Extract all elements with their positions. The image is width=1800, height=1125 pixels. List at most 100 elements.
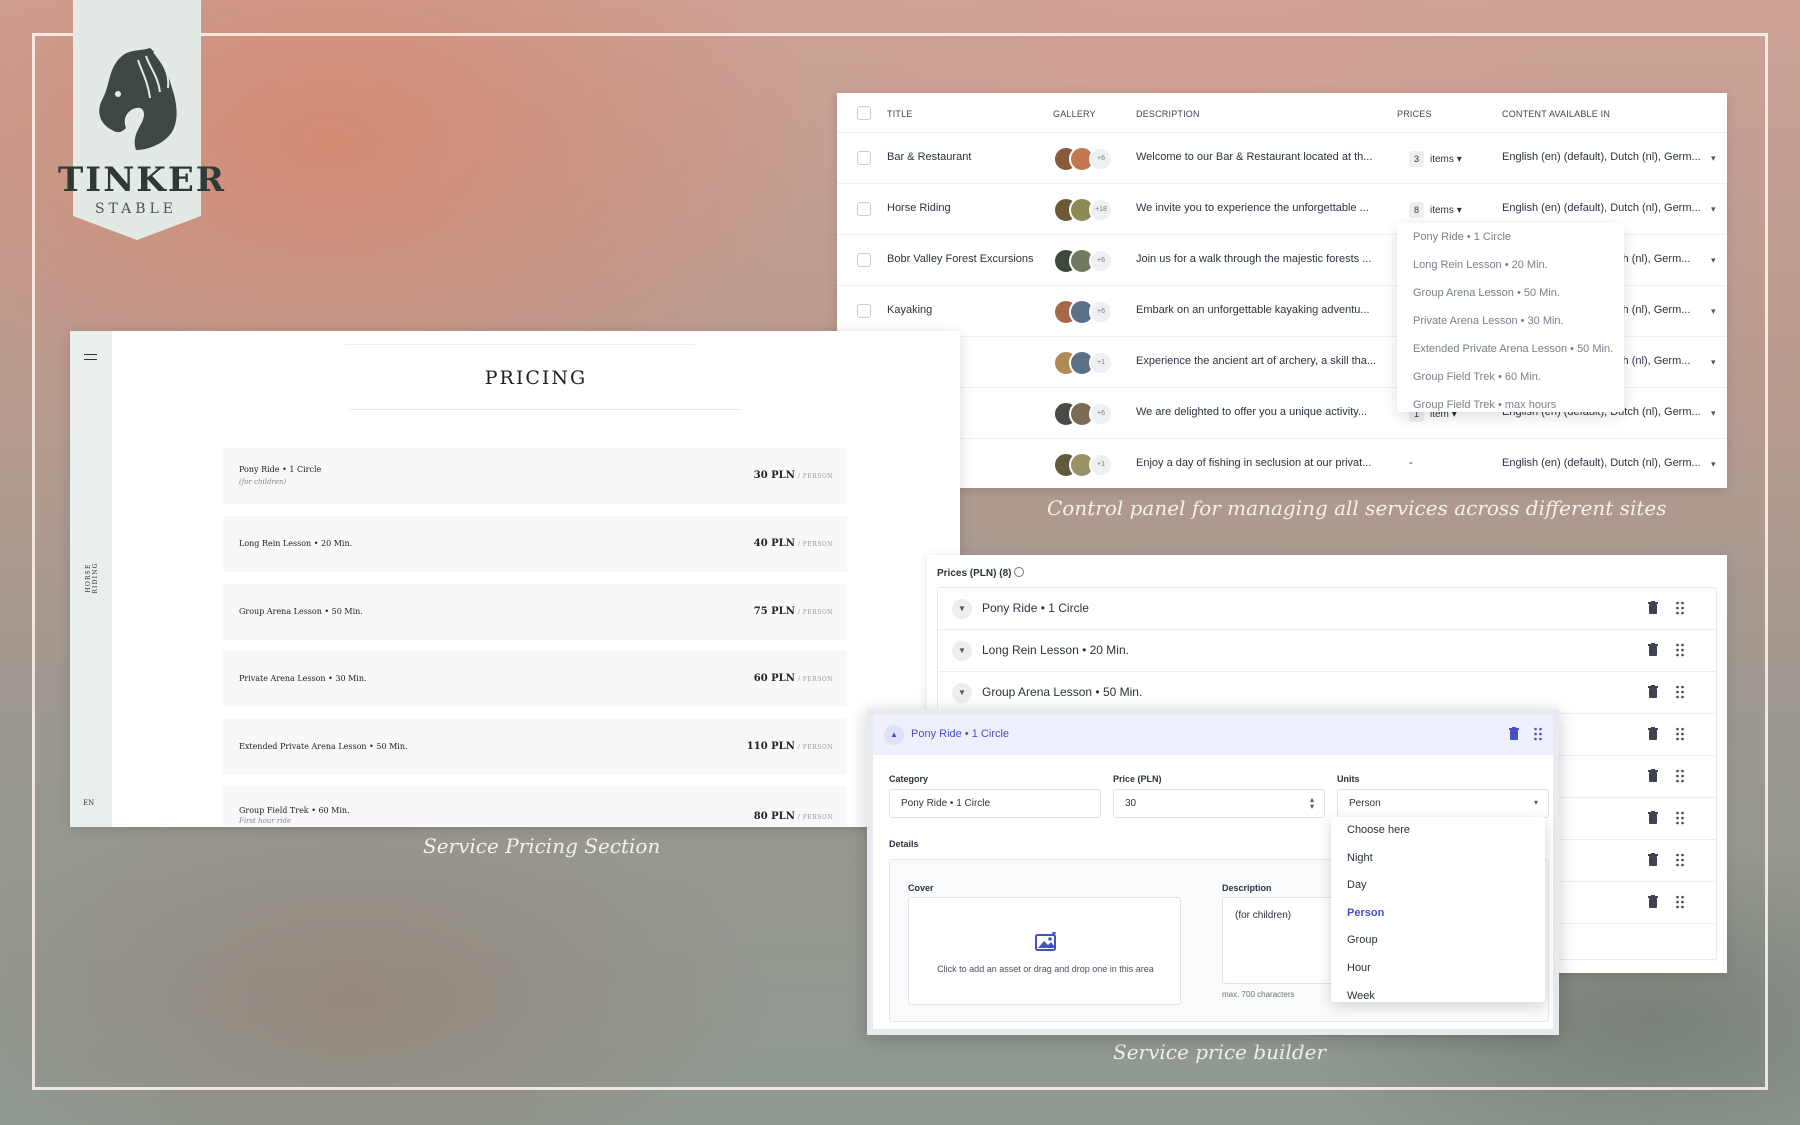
- expand-icon[interactable]: ▼: [952, 683, 972, 703]
- row-checkbox[interactable]: [857, 202, 871, 216]
- drag-handle-icon[interactable]: [1675, 643, 1685, 657]
- chevron-down-icon[interactable]: ▾: [1711, 459, 1716, 470]
- gallery-thumbnails[interactable]: +1: [1053, 350, 1115, 376]
- brand-subtitle: STABLE: [94, 201, 178, 217]
- trash-icon[interactable]: [1648, 727, 1658, 740]
- row-checkbox[interactable]: [857, 304, 871, 318]
- price-name: Long Rein Lesson • 20 Min.: [239, 539, 353, 548]
- trash-icon[interactable]: [1648, 853, 1658, 866]
- unit-option[interactable]: Hour: [1331, 955, 1545, 983]
- drag-handle-icon[interactable]: [1675, 727, 1685, 741]
- price-value: 80 PLN / PERSON: [754, 811, 833, 822]
- row-title[interactable]: Bar & Restaurant: [887, 151, 971, 163]
- expand-icon[interactable]: ▼: [952, 641, 972, 661]
- builder-header[interactable]: ▲ Pony Ride • 1 Circle: [873, 715, 1553, 755]
- chevron-down-icon[interactable]: ▾: [1711, 357, 1716, 368]
- unit-option[interactable]: Group: [1331, 927, 1545, 955]
- description-textarea[interactable]: (for children): [1222, 897, 1337, 984]
- chevron-down-icon[interactable]: ▾: [1711, 306, 1716, 317]
- gallery-thumbnails[interactable]: +6: [1053, 299, 1115, 325]
- price-unit: / PERSON: [797, 814, 833, 821]
- drag-handle-icon[interactable]: [1675, 895, 1685, 909]
- drag-handle-icon[interactable]: [1675, 853, 1685, 867]
- drag-handle-icon[interactable]: [1675, 685, 1685, 699]
- gallery-thumbnails[interactable]: +1: [1053, 452, 1115, 478]
- chevron-down-icon: ▾: [1456, 205, 1462, 216]
- collapse-icon[interactable]: ▲: [884, 725, 904, 745]
- row-title[interactable]: Horse Riding: [887, 202, 951, 214]
- category-input[interactable]: Pony Ride • 1 Circle: [889, 789, 1101, 818]
- category-label: Category: [889, 774, 929, 784]
- language-switch[interactable]: EN: [83, 799, 94, 807]
- expand-icon[interactable]: ▼: [952, 599, 972, 619]
- row-checkbox[interactable]: [857, 151, 871, 165]
- gallery-thumbnails[interactable]: +6: [1053, 248, 1115, 274]
- gallery-thumbnails[interactable]: +18: [1053, 197, 1115, 223]
- price-amount: 110 PLN: [746, 741, 795, 752]
- cover-upload-dropzone[interactable]: Click to add an asset or drag and drop o…: [908, 897, 1181, 1005]
- dropdown-option[interactable]: Group Arena Lesson • 50 Min.: [1397, 279, 1624, 307]
- unit-option[interactable]: Day: [1331, 872, 1545, 900]
- row-title[interactable]: Bobr Valley Forest Excursions: [887, 253, 1034, 265]
- price-unit: / PERSON: [797, 541, 833, 548]
- price-list-name: Long Rein Lesson • 20 Min.: [982, 643, 1129, 657]
- gallery-thumbnails[interactable]: +6: [1053, 146, 1115, 172]
- units-select[interactable]: Person ▾: [1337, 789, 1549, 818]
- unit-option[interactable]: Week: [1331, 983, 1545, 1002]
- trash-icon[interactable]: [1648, 811, 1658, 824]
- chevron-down-icon[interactable]: ▾: [1711, 255, 1716, 266]
- column-header-title[interactable]: TITLE: [887, 109, 913, 119]
- price-unit: / PERSON: [797, 676, 833, 683]
- table-row[interactable]: +1 Enjoy a day of fishing in seclusion a…: [837, 439, 1727, 490]
- price-name: Private Arena Lesson • 30 Min.: [239, 674, 367, 683]
- description-value: (for children): [1235, 910, 1292, 921]
- prices-items-dropdown[interactable]: 8 items ▾: [1409, 202, 1462, 218]
- price-name: Pony Ride • 1 Circle: [239, 465, 322, 474]
- chevron-down-icon[interactable]: ▾: [1711, 204, 1716, 215]
- price-list-row[interactable]: ▼ Group Arena Lesson • 50 Min.: [938, 672, 1716, 714]
- prices-items-dropdown[interactable]: 3 items ▾: [1409, 151, 1462, 167]
- row-content-languages: English (en) (default), Dutch (nl), Germ…: [1502, 457, 1701, 469]
- select-all-checkbox[interactable]: [857, 106, 871, 120]
- drag-handle-icon[interactable]: [1533, 727, 1543, 741]
- drag-handle-icon[interactable]: [1675, 601, 1685, 615]
- trash-icon[interactable]: [1648, 601, 1658, 614]
- dropdown-option[interactable]: Long Rein Lesson • 20 Min.: [1397, 251, 1624, 279]
- trash-icon[interactable]: [1648, 685, 1658, 698]
- dropdown-option[interactable]: Pony Ride • 1 Circle: [1397, 223, 1624, 251]
- trash-icon[interactable]: [1648, 643, 1658, 656]
- stepper-icon[interactable]: ▴ ▾: [1310, 796, 1314, 811]
- price-unit: / PERSON: [797, 609, 833, 616]
- gallery-thumbnails[interactable]: +6: [1053, 401, 1115, 427]
- trash-icon[interactable]: [1509, 727, 1519, 740]
- row-checkbox[interactable]: [857, 253, 871, 267]
- price-value: 110 PLN / PERSON: [747, 741, 833, 752]
- table-row[interactable]: Bar & Restaurant +6 Welcome to our Bar &…: [837, 133, 1727, 184]
- unit-option[interactable]: Choose here: [1331, 817, 1545, 845]
- drag-handle-icon[interactable]: [1675, 811, 1685, 825]
- chevron-down-icon[interactable]: ▾: [1711, 153, 1716, 164]
- caption-control-panel: Control panel for managing all services …: [1047, 496, 1667, 520]
- unit-option-selected[interactable]: Person: [1331, 900, 1545, 928]
- dropdown-option[interactable]: Extended Private Arena Lesson • 50 Min.: [1397, 335, 1624, 363]
- row-title[interactable]: Kayaking: [887, 304, 932, 316]
- row-description: Embark on an unforgettable kayaking adve…: [1136, 304, 1370, 316]
- trash-icon[interactable]: [1648, 769, 1658, 782]
- price-input[interactable]: 30 ▴ ▾: [1113, 789, 1325, 818]
- dropdown-option[interactable]: Private Arena Lesson • 30 Min.: [1397, 307, 1624, 335]
- caption-builder: Service price builder: [1113, 1040, 1327, 1064]
- trash-icon[interactable]: [1648, 895, 1658, 908]
- price-list-row[interactable]: ▼ Long Rein Lesson • 20 Min.: [938, 630, 1716, 672]
- dropdown-option[interactable]: Group Field Trek • 60 Min.: [1397, 363, 1624, 391]
- price-list-name: Pony Ride • 1 Circle: [982, 601, 1089, 615]
- price-items-label: items: [1430, 154, 1454, 165]
- chevron-down-icon[interactable]: ▾: [1711, 408, 1716, 419]
- hamburger-menu-icon[interactable]: [84, 354, 97, 360]
- unit-option[interactable]: Night: [1331, 845, 1545, 873]
- drag-handle-icon[interactable]: [1675, 769, 1685, 783]
- row-description: We are delighted to offer you a unique a…: [1136, 406, 1368, 418]
- price-list-name: Group Arena Lesson • 50 Min.: [982, 685, 1143, 699]
- price-list-row[interactable]: ▼ Pony Ride • 1 Circle: [938, 588, 1716, 630]
- dropdown-option[interactable]: Group Field Trek • max hours: [1397, 391, 1624, 412]
- price-input-value: 30: [1125, 798, 1137, 809]
